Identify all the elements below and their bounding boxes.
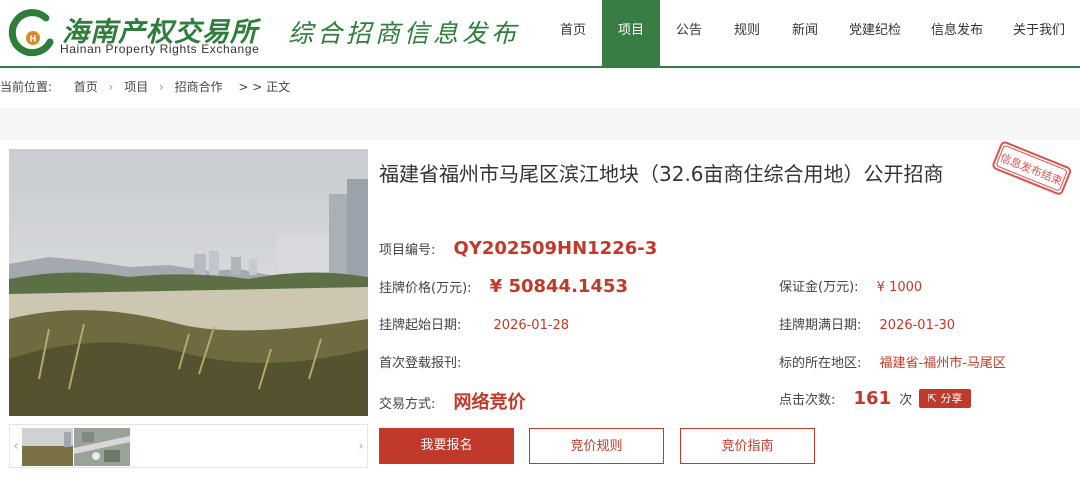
chevron-right-icon[interactable]: › xyxy=(355,435,367,459)
first-publication-row: 首次登载报刊: xyxy=(379,352,475,371)
deposit-value: ¥ 1000 xyxy=(876,280,923,295)
breadcrumb: 当前位置: 首页 › 项目 › 招商合作 > > 正文 xyxy=(0,78,290,95)
deposit-row: 保证金(万元): ¥ 1000 xyxy=(779,276,922,295)
click-count-unit: 次 xyxy=(899,393,913,408)
breadcrumb-projects[interactable]: 项目 xyxy=(124,78,148,95)
project-code-row: 项目编号: QY202509HN1226-3 xyxy=(379,238,657,259)
thumbnail-strip: ‹ › xyxy=(9,424,368,468)
main-nav: 首页 项目 公告 规则 新闻 党建纪检 信息发布 关于我们 xyxy=(544,0,1080,66)
logo-mark-icon: H xyxy=(8,9,54,57)
end-date-label: 挂牌期满日期: xyxy=(779,318,862,333)
project-code-label: 项目编号: xyxy=(379,243,436,258)
click-count-value: 161 xyxy=(853,388,892,409)
chevron-left-icon[interactable]: ‹ xyxy=(10,435,22,459)
land-photo-image xyxy=(9,149,368,416)
end-date-value: 2026-01-30 xyxy=(879,318,956,333)
click-count-label: 点击次数: xyxy=(779,393,836,408)
nav-item-rules[interactable]: 规则 xyxy=(718,0,776,66)
share-icon: ⇱ xyxy=(927,392,937,405)
trade-method-value: 网络竞价 xyxy=(453,392,526,413)
nav-item-projects[interactable]: 项目 xyxy=(602,0,660,66)
region-value: 福建省-福州市-马尾区 xyxy=(879,356,1006,371)
chevron-right-icon: › xyxy=(108,80,114,94)
bidding-rules-button[interactable]: 竞价规则 xyxy=(529,428,664,464)
breadcrumb-current: > > 正文 xyxy=(238,80,291,94)
listing-price-row: 挂牌价格(万元): ¥ 50844.1453 xyxy=(379,276,628,297)
start-date-row: 挂牌起始日期: 2026-01-28 xyxy=(379,314,569,333)
breadcrumb-investment[interactable]: 招商合作 xyxy=(175,78,223,95)
chevron-right-icon: › xyxy=(159,80,164,94)
site-header: H 海南产权交易所 Hainan Property Rights Exchang… xyxy=(0,0,1080,68)
logo-english-name: Hainan Property Rights Exchange xyxy=(60,42,260,56)
nav-item-party-discipline[interactable]: 党建纪检 xyxy=(834,0,916,66)
site-logo[interactable]: H 海南产权交易所 Hainan Property Rights Exchang… xyxy=(6,6,276,62)
thumbnail-land-photo[interactable] xyxy=(22,428,73,466)
bidding-guide-button[interactable]: 竞价指南 xyxy=(680,428,815,464)
trade-method-row: 交易方式: 网络竞价 xyxy=(379,388,526,414)
project-title: 福建省福州市马尾区滨江地块（32.6亩商住综合用地）公开招商 xyxy=(379,162,944,186)
trade-method-label: 交易方式: xyxy=(379,397,436,412)
thumbnail-aerial-map[interactable] xyxy=(74,428,130,466)
end-date-row: 挂牌期满日期: 2026-01-30 xyxy=(779,314,955,333)
nav-item-home[interactable]: 首页 xyxy=(544,0,602,66)
project-photo[interactable] xyxy=(9,149,368,416)
region-row: 标的所在地区: 福建省-福州市-马尾区 xyxy=(779,352,1006,371)
project-code-value: QY202509HN1226-3 xyxy=(453,238,658,259)
signup-button[interactable]: 我要报名 xyxy=(379,428,514,464)
share-label: 分享 xyxy=(940,392,963,405)
listing-price-label: 挂牌价格(万元): xyxy=(379,281,472,296)
listing-price-value: ¥ 50844.1453 xyxy=(489,276,629,297)
first-publication-label: 首次登载报刊: xyxy=(379,356,462,371)
info-closed-stamp: 信息发布结束 xyxy=(992,141,1072,195)
header-slogan: 综合招商信息发布 xyxy=(288,19,521,48)
breadcrumb-home[interactable]: 首页 xyxy=(74,78,98,95)
region-label: 标的所在地区: xyxy=(779,356,862,371)
deposit-label: 保证金(万元): xyxy=(779,280,859,295)
share-button[interactable]: ⇱ 分享 xyxy=(919,389,971,408)
click-count-row: 点击次数: 161 次 xyxy=(779,388,912,409)
section-divider xyxy=(0,108,1080,140)
start-date-label: 挂牌起始日期: xyxy=(379,318,462,333)
nav-item-announcements[interactable]: 公告 xyxy=(660,0,718,66)
start-date-value: 2026-01-28 xyxy=(493,318,570,333)
breadcrumb-prefix: 当前位置: xyxy=(0,80,53,94)
svg-text:H: H xyxy=(30,35,37,44)
nav-item-info-release[interactable]: 信息发布 xyxy=(916,0,998,66)
nav-item-news[interactable]: 新闻 xyxy=(776,0,834,66)
nav-item-about[interactable]: 关于我们 xyxy=(998,0,1080,66)
